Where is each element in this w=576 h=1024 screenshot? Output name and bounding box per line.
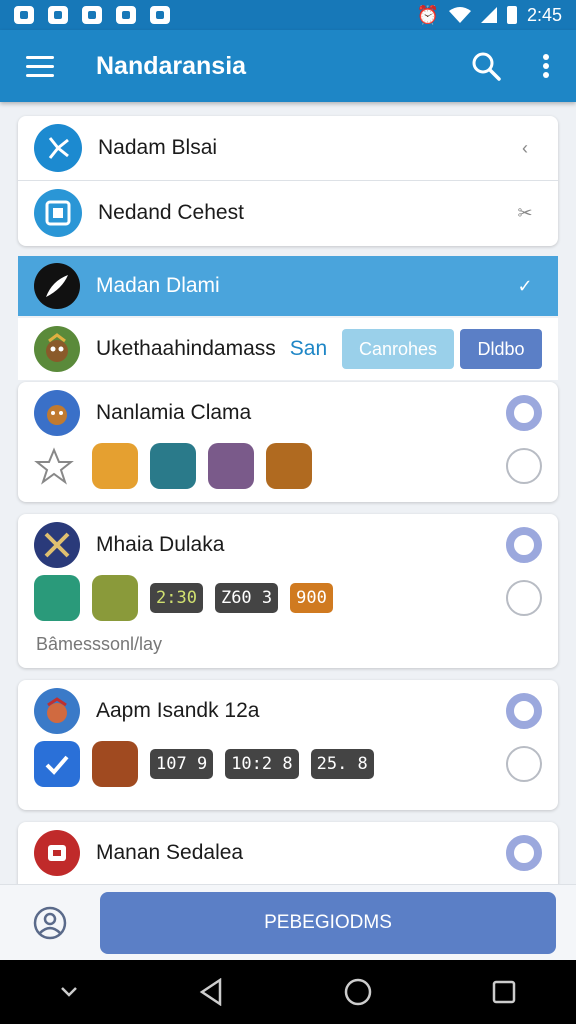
list-item[interactable]: Nedand Cehest ✂: [18, 181, 558, 245]
wifi-icon: [448, 7, 471, 23]
chart-icon: [82, 6, 102, 24]
board-icon: [34, 189, 82, 237]
check-icon: [116, 6, 136, 24]
chip-button-right[interactable]: Dldbo: [460, 329, 542, 369]
radio-button-selected[interactable]: [506, 693, 542, 729]
back-triangle-icon[interactable]: [198, 978, 224, 1006]
tag-badge: 2:30: [150, 583, 203, 613]
tag-badge: 900: [290, 583, 333, 613]
tag-badge: Z60 3: [214, 583, 279, 613]
list-item-label: Nedand Cehest: [98, 201, 244, 224]
app-title: Nandaransia: [96, 51, 247, 80]
home-circle-icon[interactable]: [344, 978, 372, 1006]
group-card: Manan Sedalea: [18, 822, 558, 892]
list-item-selected[interactable]: Madan Dlami ✓: [18, 256, 558, 316]
app-logo-icon: [34, 124, 82, 172]
group-avatar: [34, 390, 80, 436]
scissors-icon[interactable]: ✂: [508, 203, 542, 224]
group-card: Aapm Isandk 12a 107 9 10:2 8 25. 8: [18, 680, 558, 810]
group-avatar: [34, 522, 80, 568]
profile-icon: [33, 906, 67, 939]
profile-button[interactable]: [0, 885, 100, 961]
primary-action-button[interactable]: PEBEGIODMS: [100, 891, 556, 954]
group-title: Aapm Isandk 12a: [96, 699, 260, 722]
group-title: Nanlamia Clama: [96, 401, 252, 424]
group-avatar: [34, 830, 80, 876]
recents-square-icon[interactable]: [492, 980, 516, 1004]
check-mark-icon[interactable]: ✓: [508, 276, 542, 297]
card-icon: [92, 741, 138, 787]
app-bar: Nandaransia: [0, 30, 576, 102]
group-card: Nanlamia Clama: [18, 382, 558, 502]
bag-icon: [92, 575, 138, 621]
list-item-sublabel: San: [289, 337, 328, 360]
status-bar: ⏰ 2:45: [0, 0, 576, 30]
search-button[interactable]: [456, 30, 516, 102]
monkey-avatar: [34, 326, 80, 372]
list-item[interactable]: Ukethaahindamass San Canrohes Dldbo: [18, 318, 558, 380]
radio-button-selected[interactable]: [506, 527, 542, 563]
feather-icon: [34, 575, 80, 621]
menu-icon: [26, 53, 54, 80]
back-chevron-icon[interactable]: [60, 986, 78, 998]
radio-button[interactable]: [506, 580, 542, 616]
lion-icon: [92, 443, 138, 489]
radio-button[interactable]: [506, 448, 542, 484]
group-footnote: Bâmesssonl/lay: [36, 634, 163, 654]
list-item-label: Ukethaahindamass: [96, 337, 276, 360]
chevron-left-icon[interactable]: ‹: [508, 138, 542, 159]
alarm-icon: ⏰: [416, 4, 439, 25]
group-card: Mhaia Dulaka 2:30 Z60 3 900 Bâmesssonl/l…: [18, 514, 558, 668]
group-title: Manan Sedalea: [96, 841, 244, 864]
menu-button[interactable]: [0, 30, 80, 102]
signal-icon: [480, 7, 497, 23]
bottom-bar: PEBEGIODMS: [0, 884, 576, 960]
tag-badge: 107 9: [150, 749, 214, 779]
chip-button-left[interactable]: Canrohes: [342, 329, 454, 369]
photo-icon: [14, 6, 34, 24]
list-item-label: Madan Dlami: [96, 274, 220, 297]
list-item-label: Nadam Blsai: [98, 136, 218, 159]
more-icon: [543, 54, 549, 78]
shield-icon: [48, 6, 68, 24]
battery-icon: [506, 6, 517, 24]
list-item[interactable]: Nadam Blsai ‹: [18, 116, 558, 180]
group-title: Mhaia Dulaka: [96, 533, 225, 556]
farmer-icon: [150, 443, 196, 489]
more-button[interactable]: [516, 30, 576, 102]
quill-icon: [34, 263, 80, 309]
tag-badge: 25. 8: [310, 749, 374, 779]
system-nav-bar: [0, 960, 576, 1024]
group-avatar: [34, 688, 80, 734]
radio-button[interactable]: [506, 746, 542, 782]
radio-button-selected[interactable]: [506, 835, 542, 871]
tag-badge: 10:2 8: [225, 749, 299, 779]
status-time: 2:45: [526, 4, 562, 25]
star-icon: [34, 447, 74, 485]
monkey-icon: [266, 443, 312, 489]
search-icon: [472, 52, 501, 81]
check-icon: [34, 741, 80, 787]
top-list-card: Nadam Blsai ‹ Nedand Cehest ✂: [18, 116, 558, 246]
radio-button-selected[interactable]: [506, 395, 542, 431]
edit-icon: [150, 6, 170, 24]
dog-icon: [208, 443, 254, 489]
